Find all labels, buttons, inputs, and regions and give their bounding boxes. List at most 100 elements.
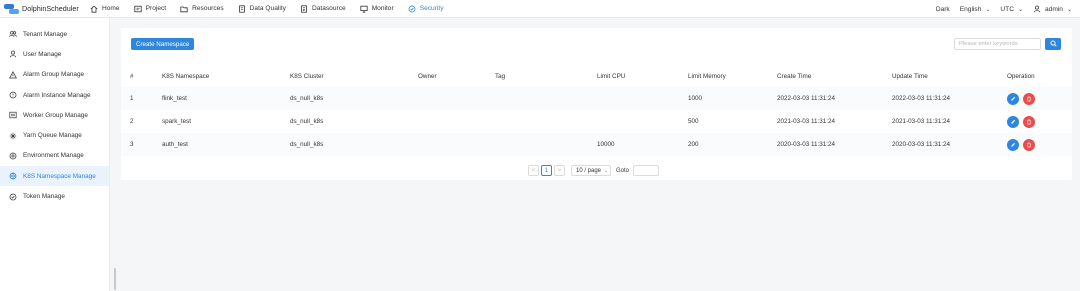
nav-monitor[interactable]: Monitor	[360, 5, 394, 13]
update-time-cell: 2020-03-03 11:31:24	[892, 141, 951, 148]
sidebar-item-environment-manage[interactable]: Environment Manage	[0, 146, 109, 166]
sidebar-item-alarm-instance-manage[interactable]: Alarm Instance Manage	[0, 85, 109, 105]
main-nav: Home Project Resources Data Quality Data…	[90, 0, 458, 18]
limit-memory-cell: 500	[688, 118, 699, 125]
sidebar-item-k8s-namespace-manage[interactable]: K8S Namespace Manage	[0, 166, 109, 187]
update-time-cell: 2022-03-03 11:31:24	[892, 95, 951, 102]
folder-icon	[180, 5, 188, 13]
environment-icon	[9, 152, 17, 160]
namespace-cell: auth_test	[162, 141, 188, 148]
security-icon	[408, 5, 416, 13]
delete-icon	[1027, 118, 1031, 124]
sidebar-item-label: Worker Group Manage	[23, 111, 88, 119]
alarm-group-icon	[9, 70, 17, 79]
chevron-down-icon: ⌄	[985, 6, 991, 13]
top-right-controls: Dark English ⌄ UTC ⌄ admin ⌄	[926, 0, 1072, 18]
sidebar-item-user-manage[interactable]: User Manage	[0, 44, 109, 64]
chevron-down-icon: ⌄	[1017, 6, 1023, 13]
delete-button[interactable]	[1023, 115, 1035, 128]
sidebar-item-alarm-group-manage[interactable]: Alarm Group Manage	[0, 65, 109, 85]
sidebar-item-tenant-manage[interactable]: Tenant Manage	[0, 24, 109, 44]
create-time-cell: 2020-03-03 11:31:24	[777, 141, 836, 148]
sidebar-item-token-manage[interactable]: Token Manage	[0, 186, 109, 206]
create-time-cell: 2022-03-03 11:31:24	[777, 95, 836, 102]
language-dropdown[interactable]: English ⌄	[960, 6, 991, 13]
nav-label: Datasource	[311, 5, 346, 12]
delete-button[interactable]	[1023, 92, 1035, 105]
table-row: 2 spark_test ds_null_k8s 500 2021-03-03 …	[121, 110, 1072, 133]
column-header: Limit Memory	[688, 73, 726, 80]
column-header: #	[130, 73, 134, 80]
search-button[interactable]	[1045, 38, 1061, 50]
limit-memory-cell: 200	[688, 141, 699, 148]
nav-label: Resources	[192, 5, 224, 12]
row-index: 2	[130, 118, 134, 125]
page-size-select[interactable]: 10 / page ⌄	[571, 165, 611, 176]
limit-cpu-cell: 10000	[597, 141, 615, 148]
column-header: Update Time	[892, 73, 928, 80]
nav-resources[interactable]: Resources	[180, 5, 224, 13]
column-header: Operation	[1007, 73, 1035, 80]
k8s-namespace-icon	[9, 172, 17, 180]
table-header: # K8S Namespace K8S Cluster Owner Tag Li…	[121, 66, 1072, 87]
app-name: DolphinScheduler	[22, 4, 79, 13]
edit-button[interactable]	[1007, 138, 1019, 151]
nav-label: Home	[102, 5, 120, 12]
edit-button[interactable]	[1007, 92, 1019, 105]
user-icon	[1033, 5, 1041, 13]
datasource-icon	[300, 4, 308, 13]
timezone-label: UTC	[1000, 5, 1014, 13]
top-bar: DolphinScheduler Home Project Resources …	[0, 0, 1080, 18]
prev-page-button[interactable]: <	[528, 165, 539, 176]
edit-icon	[1011, 119, 1016, 124]
sidebar-item-label: K8S Namespace Manage	[23, 172, 96, 180]
language-label: English	[959, 5, 982, 13]
create-namespace-button[interactable]: Create Namespace	[131, 38, 195, 50]
sidebar-item-label: Yarn Queue Manage	[23, 132, 82, 140]
home-icon	[90, 5, 98, 13]
user-icon	[9, 50, 17, 58]
page-number-button[interactable]: 1	[541, 165, 552, 176]
nav-security[interactable]: Security	[408, 5, 444, 13]
nav-label: Security	[419, 5, 444, 12]
nav-label: Monitor	[371, 5, 394, 12]
edit-icon	[1011, 142, 1016, 147]
nav-home[interactable]: Home	[90, 5, 120, 13]
nav-data-quality[interactable]: Data Quality	[238, 4, 286, 13]
app-logo[interactable]: DolphinScheduler	[4, 3, 90, 15]
delete-button[interactable]	[1023, 138, 1035, 151]
goto-page-input[interactable]	[633, 165, 660, 176]
sidebar-item-worker-group-manage[interactable]: Worker Group Manage	[0, 105, 109, 125]
theme-label: Dark	[935, 5, 950, 13]
edit-button[interactable]	[1007, 115, 1019, 128]
delete-icon	[1027, 95, 1031, 101]
sidebar-item-label: Environment Manage	[23, 152, 84, 160]
column-header: Owner	[418, 73, 437, 80]
sidebar-item-yarn-queue-manage[interactable]: Yarn Queue Manage	[0, 125, 109, 145]
cluster-cell: ds_null_k8s	[290, 118, 324, 125]
user-name: admin	[1045, 5, 1063, 13]
sidebar-item-label: User Manage	[23, 50, 62, 58]
nav-project[interactable]: Project	[133, 5, 166, 13]
delete-icon	[1027, 141, 1031, 147]
timezone-dropdown[interactable]: UTC ⌄	[1000, 6, 1023, 13]
table-row: 3 auth_test ds_null_k8s 10000 200 2020-0…	[121, 133, 1072, 156]
column-header: Create Time	[777, 73, 812, 80]
nav-datasource[interactable]: Datasource	[300, 4, 346, 13]
logo-icon	[4, 3, 20, 15]
sidebar-resize-handle[interactable]	[114, 268, 116, 290]
theme-toggle[interactable]: Dark	[936, 6, 950, 13]
namespace-cell: spark_test	[162, 118, 192, 125]
token-icon	[9, 193, 17, 201]
sidebar-item-label: Alarm Group Manage	[23, 71, 85, 79]
create-time-cell: 2021-03-03 11:31:24	[777, 118, 836, 125]
chevron-down-icon: ⌄	[604, 167, 609, 174]
row-index: 3	[130, 141, 134, 148]
alarm-instance-icon	[9, 91, 17, 99]
sidebar: Tenant Manage User Manage Alarm Group Ma…	[0, 18, 110, 291]
user-menu[interactable]: admin ⌄	[1033, 5, 1072, 13]
next-page-button[interactable]: >	[554, 165, 565, 176]
sidebar-item-label: Tenant Manage	[23, 30, 68, 38]
row-index: 1	[130, 95, 134, 102]
search-input[interactable]	[954, 38, 1041, 50]
